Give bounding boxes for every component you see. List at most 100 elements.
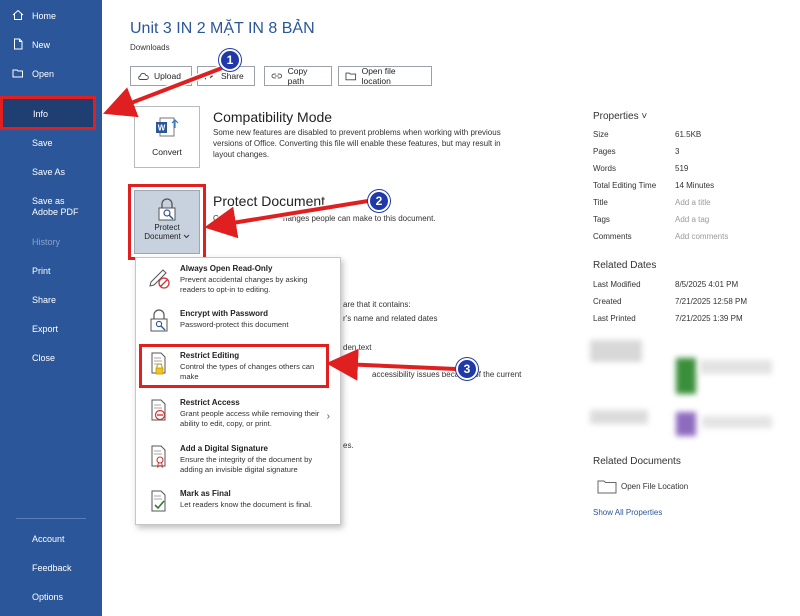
- date-row: Last Printed 7/21/2025 1:39 PM: [593, 314, 793, 326]
- date-value: 7/21/2025 12:58 PM: [675, 297, 748, 306]
- document-final-icon: [151, 490, 166, 512]
- pencil-no-edit-icon: [149, 269, 170, 289]
- svg-text:W: W: [158, 124, 166, 133]
- property-key: Title: [593, 198, 608, 207]
- nav-options-label: Options: [32, 592, 64, 602]
- menu-mark-as-final[interactable]: Mark as Final Let readers know the docum…: [142, 485, 336, 527]
- menu-always-open-read-only[interactable]: Always Open Read-Only Prevent accidental…: [142, 260, 336, 302]
- show-all-properties-link[interactable]: Show All Properties: [593, 508, 662, 517]
- properties-heading[interactable]: Properties ˅: [593, 111, 647, 122]
- cloud-upload-icon: [138, 73, 149, 80]
- related-documents-heading: Related Documents: [593, 456, 681, 467]
- menu-item-title: Encrypt with Password: [180, 309, 269, 318]
- convert-button[interactable]: W Convert: [134, 106, 200, 168]
- nav-save-as-label: Save As: [32, 167, 66, 177]
- nav-close[interactable]: Close: [0, 345, 102, 371]
- menu-item-desc: Ensure the integrity of the document by …: [180, 455, 313, 474]
- property-row: Words 519: [593, 164, 793, 176]
- folder-icon: [597, 480, 617, 494]
- nav-save-as-pdf[interactable]: Save as Adobe PDF: [0, 192, 100, 222]
- chevron-down-icon: [183, 234, 190, 239]
- upload-button[interactable]: Upload: [130, 66, 192, 86]
- document-path: Downloads: [130, 43, 170, 52]
- property-key: Total Editing Time: [593, 181, 657, 190]
- inspect-text-fragment: den text: [343, 343, 372, 352]
- add-title-field[interactable]: Add a title: [675, 198, 711, 207]
- compatibility-mode-text: Some new features are disabled to preven…: [213, 127, 543, 160]
- share-icon: [205, 73, 214, 80]
- property-key: Size: [593, 130, 609, 139]
- nav-info-label: Info: [33, 109, 49, 119]
- menu-item-desc: Control the types of changes others can …: [180, 362, 315, 381]
- protect-label-line2: Document: [144, 232, 181, 241]
- nav-home[interactable]: Home: [0, 3, 102, 29]
- inspect-text-fragment: r's name and related dates: [343, 314, 438, 323]
- nav-save[interactable]: Save: [0, 130, 102, 156]
- folder-open-icon: [12, 69, 23, 78]
- menu-restrict-access[interactable]: Restrict Access Grant people access whil…: [142, 394, 336, 436]
- compatibility-mode-title: Compatibility Mode: [213, 109, 333, 125]
- protect-label-line2-wrap: Document: [144, 232, 190, 241]
- add-tag-field[interactable]: Add a tag: [675, 215, 709, 224]
- nav-history: History: [0, 229, 102, 255]
- property-value: 14 Minutes: [675, 181, 715, 190]
- nav-print[interactable]: Print: [0, 258, 102, 284]
- folder-icon: [345, 72, 357, 81]
- menu-item-desc: Password-protect this document: [180, 320, 289, 329]
- open-file-location-link[interactable]: Open File Location: [597, 478, 688, 494]
- protect-document-desc-end: hanges people can make to this document.: [283, 214, 436, 223]
- sidebar-divider: [16, 518, 86, 519]
- property-key: Pages: [593, 147, 616, 156]
- nav-save-label: Save: [32, 138, 53, 148]
- menu-item-title: Restrict Access: [180, 398, 240, 407]
- menu-item-desc: Let readers know the document is final.: [180, 500, 313, 509]
- protect-document-button[interactable]: Protect Document: [134, 190, 200, 254]
- nav-options[interactable]: Options: [0, 584, 102, 610]
- compatibility-text-line: layout changes.: [213, 150, 270, 159]
- copy-path-button[interactable]: Copy path: [264, 66, 332, 86]
- document-restrict-icon: [151, 399, 166, 421]
- menu-restrict-editing[interactable]: Restrict Editing Control the types of ch…: [139, 344, 329, 388]
- nav-feedback[interactable]: Feedback: [0, 555, 102, 581]
- nav-save-as-pdf-label: Save as Adobe PDF: [32, 196, 79, 217]
- nav-print-label: Print: [32, 266, 51, 276]
- open-file-location-label: Open File Location: [621, 481, 689, 491]
- nav-feedback-label: Feedback: [32, 563, 72, 573]
- chevron-right-icon: ›: [326, 411, 330, 422]
- date-key: Last Modified: [593, 280, 641, 289]
- date-value: 7/21/2025 1:39 PM: [675, 314, 743, 323]
- open-file-location-button[interactable]: Open file location: [338, 66, 432, 86]
- inspect-text-fragment: are that it contains:: [343, 300, 411, 309]
- nav-account[interactable]: Account: [0, 526, 102, 552]
- nav-info[interactable]: Info: [0, 96, 96, 130]
- nav-open-label: Open: [32, 69, 55, 79]
- step-3-badge: 3: [456, 358, 478, 380]
- step-2-badge: 2: [368, 190, 390, 212]
- inspect-text-fragment: accessibility issues because of the curr…: [372, 370, 522, 379]
- nav-open[interactable]: Open: [0, 61, 102, 87]
- property-row: Pages 3: [593, 147, 793, 159]
- property-row: Comments Add comments: [593, 232, 793, 244]
- nav-home-label: Home: [32, 11, 57, 21]
- arrow-3: [326, 348, 457, 381]
- signature-ribbon-icon: [151, 445, 166, 469]
- nav-export[interactable]: Export: [0, 316, 102, 342]
- date-value: 8/5/2025 4:01 PM: [675, 280, 739, 289]
- property-value: 61.5KB: [675, 130, 702, 139]
- nav-share[interactable]: Share: [0, 287, 102, 313]
- nav-export-label: Export: [32, 324, 59, 334]
- copy-path-label: Copy path: [287, 66, 308, 86]
- add-comments-field[interactable]: Add comments: [675, 232, 728, 241]
- nav-save-as[interactable]: Save As: [0, 159, 102, 185]
- compatibility-text-line: Some new features are disabled to preven…: [213, 128, 501, 137]
- nav-account-label: Account: [32, 534, 65, 544]
- menu-encrypt-with-password[interactable]: Encrypt with Password Password-protect t…: [142, 305, 336, 347]
- nav-new[interactable]: New: [0, 32, 102, 58]
- menu-add-digital-signature[interactable]: Add a Digital Signature Ensure the integ…: [142, 440, 336, 482]
- date-row: Created 7/21/2025 12:58 PM: [593, 297, 793, 309]
- lock-key-icon: [150, 309, 168, 332]
- date-row: Last Modified 8/5/2025 4:01 PM: [593, 280, 793, 292]
- share-label: Share: [221, 71, 244, 81]
- step-1-badge: 1: [219, 49, 241, 71]
- backstage-sidebar: Home New Open Info Save Save As Save as …: [0, 0, 102, 616]
